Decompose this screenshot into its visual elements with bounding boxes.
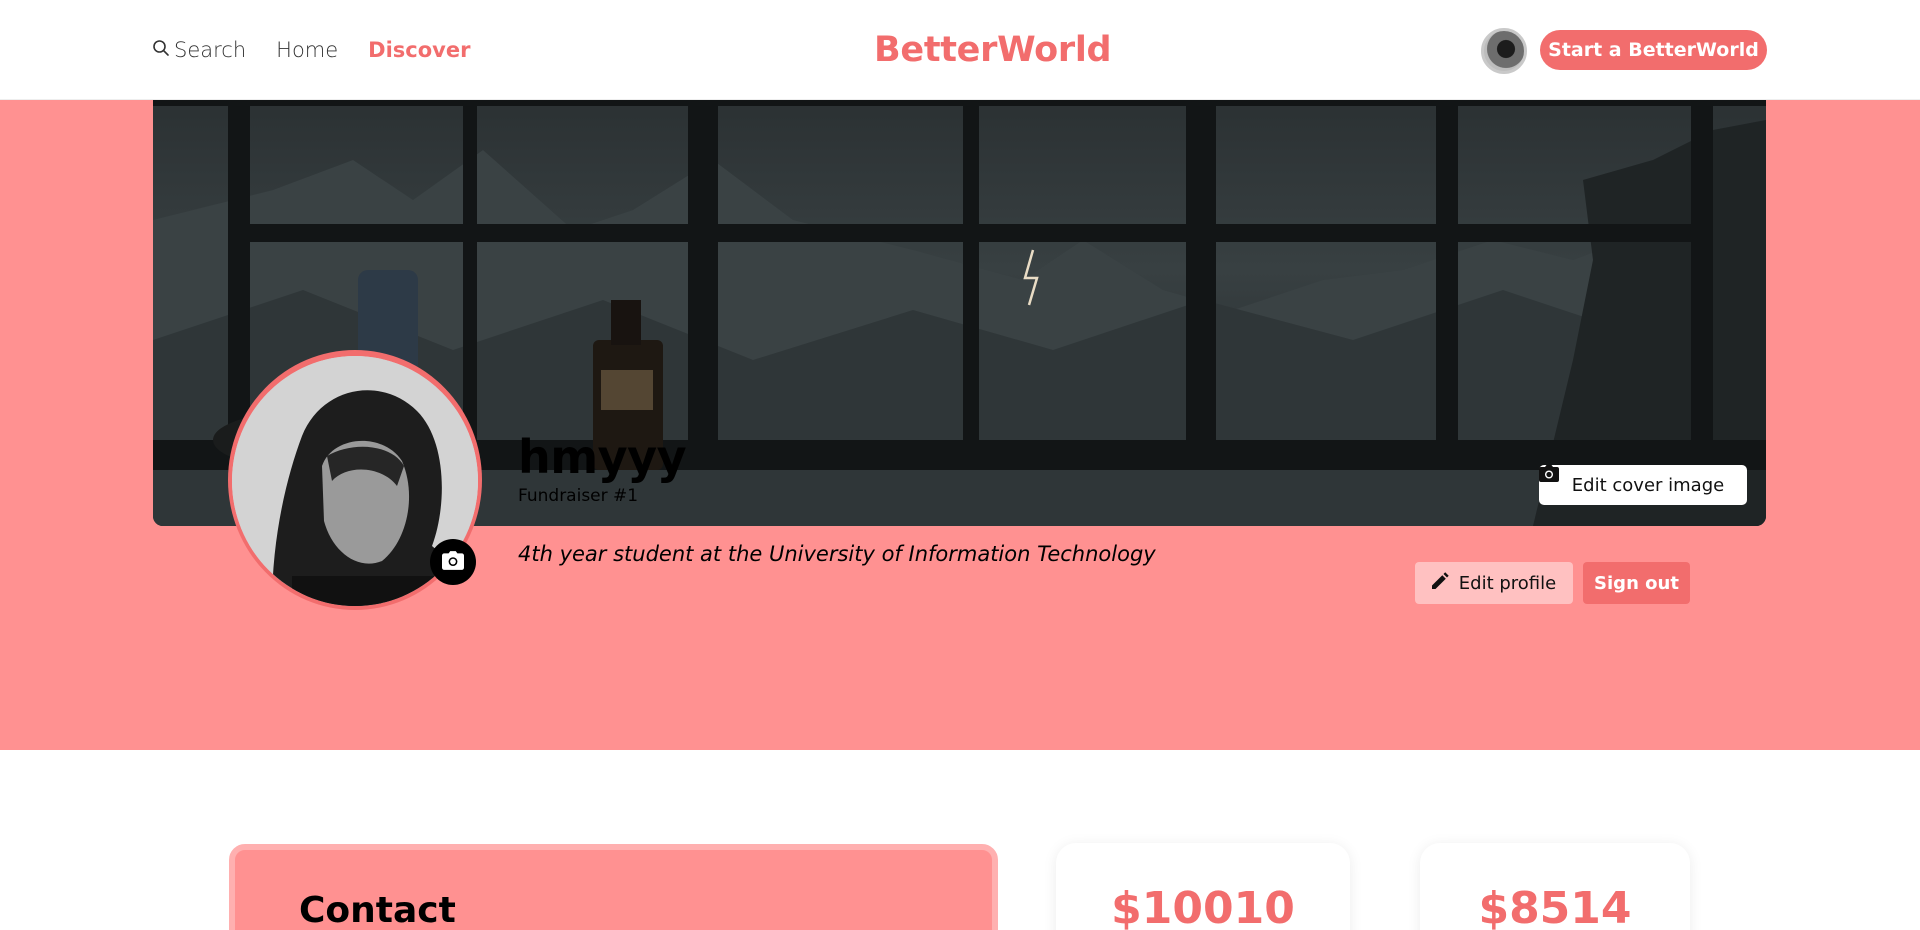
pencil-icon xyxy=(1431,572,1449,594)
camera-icon xyxy=(442,550,464,574)
edit-cover-label: Edit cover image xyxy=(1571,474,1725,496)
nav-search-link[interactable]: Search xyxy=(152,38,246,62)
contact-title: Contact xyxy=(299,890,456,930)
sign-out-button[interactable]: Sign out xyxy=(1583,562,1690,604)
edit-profile-button[interactable]: Edit profile xyxy=(1415,562,1573,604)
nav-links: Search Home Discover xyxy=(152,0,470,100)
nav-discover-link[interactable]: Discover xyxy=(368,38,470,62)
profile-name: hmyyy xyxy=(518,430,687,484)
contact-card: Contact xyxy=(229,844,998,930)
profile-rank: Fundraiser #1 xyxy=(518,486,639,506)
stat-amount: $10010 xyxy=(1111,883,1295,930)
edit-profile-label: Edit profile xyxy=(1458,572,1557,594)
stat-card: $8514 xyxy=(1420,843,1690,930)
stat-amount: $8514 xyxy=(1478,883,1632,930)
start-betterworld-button[interactable]: Start a BetterWorld xyxy=(1540,30,1767,70)
search-icon xyxy=(152,38,170,62)
change-avatar-button[interactable] xyxy=(430,539,476,585)
edit-cover-image-button[interactable]: Edit cover image xyxy=(1539,465,1747,505)
brand-logo[interactable]: BetterWorld xyxy=(874,0,1112,100)
user-avatar[interactable] xyxy=(1481,28,1527,74)
stat-card: $10010 xyxy=(1056,843,1350,930)
top-navbar: Search Home Discover BetterWorld Start a… xyxy=(0,0,1920,100)
nav-home-link[interactable]: Home xyxy=(276,38,338,62)
nav-search-label: Search xyxy=(174,38,247,62)
profile-bio: 4th year student at the University of In… xyxy=(518,542,1156,566)
